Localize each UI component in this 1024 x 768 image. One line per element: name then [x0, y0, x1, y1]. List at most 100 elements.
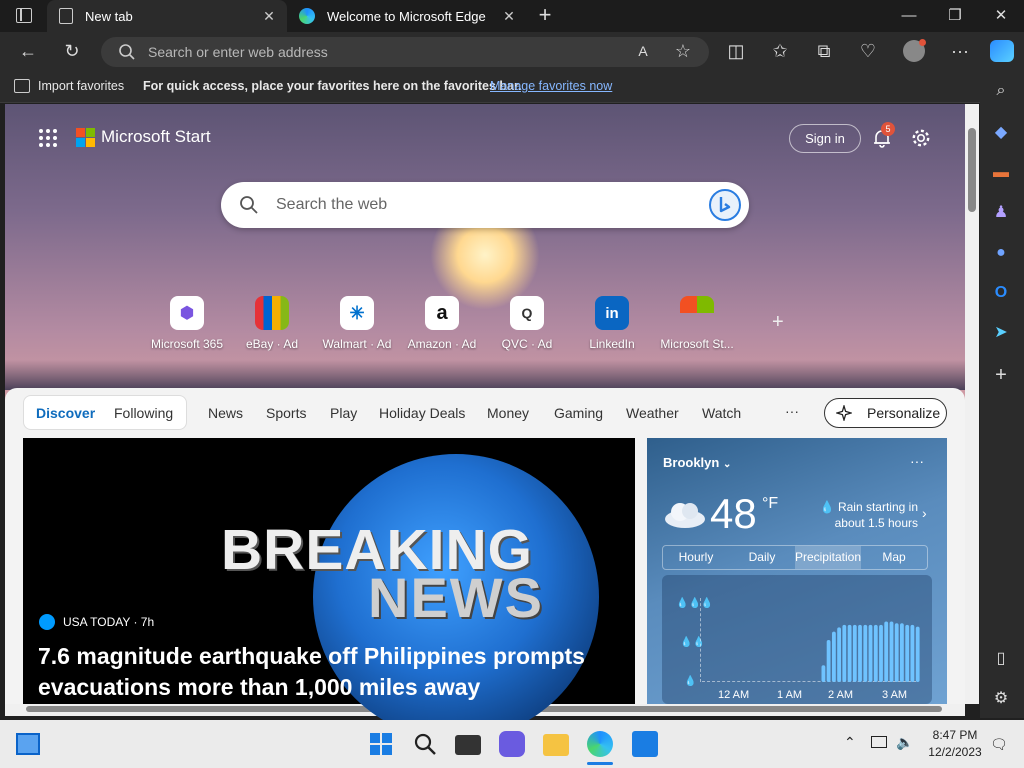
- sidebar-games-icon[interactable]: ♟: [990, 202, 1012, 224]
- sidebar-settings-icon[interactable]: ⚙: [990, 688, 1012, 710]
- sidebar-shopping-icon[interactable]: ◆: [990, 122, 1012, 144]
- precip-bar: [847, 624, 852, 682]
- tab-welcome-edge[interactable]: Welcome to Microsoft Edge ✕: [287, 0, 527, 32]
- web-search-input[interactable]: [276, 193, 676, 217]
- close-tab-icon[interactable]: ✕: [501, 8, 517, 24]
- favorites-icon[interactable]: ✩: [768, 39, 792, 63]
- start-button[interactable]: [368, 731, 394, 757]
- close-window-button[interactable]: ✕: [990, 6, 1012, 26]
- quick-link-linkedin[interactable]: in LinkedIn: [570, 296, 654, 351]
- precip-bar: [884, 621, 889, 682]
- sidebar-m365-icon[interactable]: ●: [990, 242, 1012, 264]
- chat-icon[interactable]: [499, 731, 525, 757]
- quick-link-walmart[interactable]: ✳ Walmart · Ad: [315, 296, 399, 351]
- weather-tab-daily[interactable]: Daily: [729, 546, 795, 569]
- sidebar-outlook-icon[interactable]: O: [990, 282, 1012, 304]
- sidebar-add-icon[interactable]: +: [990, 364, 1012, 386]
- search-icon: [119, 44, 135, 60]
- add-quick-link-icon[interactable]: +: [772, 311, 784, 334]
- import-favorites-button[interactable]: Import favorites: [38, 79, 124, 93]
- refresh-button[interactable]: ↻: [60, 39, 84, 63]
- import-icon: [14, 79, 30, 93]
- tab-holiday-deals[interactable]: Holiday Deals: [379, 405, 465, 421]
- tab-sports[interactable]: Sports: [266, 405, 306, 421]
- settings-more-icon[interactable]: ···: [948, 39, 972, 63]
- read-aloud-icon[interactable]: A: [631, 39, 655, 63]
- quick-link-ebay[interactable]: eBay · Ad: [230, 296, 314, 351]
- sidebar-search-icon[interactable]: ⌕: [990, 80, 1012, 102]
- linkedin-icon: in: [595, 296, 629, 330]
- back-button[interactable]: ←: [16, 39, 40, 63]
- tab-weather[interactable]: Weather: [626, 405, 679, 421]
- tab-discover[interactable]: Discover: [36, 405, 95, 421]
- weather-tab-map[interactable]: Map: [861, 546, 927, 569]
- volume-muted-icon[interactable]: 🔈: [896, 734, 913, 751]
- tab-following[interactable]: Following: [114, 405, 173, 421]
- quick-link-microsoft-365[interactable]: ⬢ Microsoft 365: [145, 296, 229, 351]
- clock-date[interactable]: 12/2/2023: [926, 745, 984, 759]
- widgets-icon[interactable]: [16, 733, 40, 755]
- quick-link-label: Amazon · Ad: [407, 337, 477, 351]
- light-rain-icon: 💧: [684, 676, 697, 687]
- notification-icon[interactable]: 🗨: [990, 736, 1008, 753]
- weather-condition: 💧 Rain starting in about 1.5 hours: [808, 499, 918, 531]
- tab-watch[interactable]: Watch: [702, 405, 741, 421]
- minimize-button[interactable]: —: [898, 6, 920, 26]
- quick-link-amazon[interactable]: a Amazon · Ad: [400, 296, 484, 351]
- app-launcher-icon[interactable]: [39, 129, 57, 147]
- precip-bar: [905, 624, 910, 682]
- condition-line-1: Rain starting in: [837, 500, 918, 514]
- store-icon[interactable]: [632, 731, 658, 757]
- tab-news[interactable]: News: [208, 405, 243, 421]
- cloud-icon: [665, 503, 705, 528]
- split-screen-icon[interactable]: ◫: [724, 39, 748, 63]
- weather-tab-hourly[interactable]: Hourly: [663, 546, 729, 569]
- file-explorer-icon[interactable]: [543, 734, 569, 756]
- news-headline[interactable]: 7.6 magnitude earthquake off Philippines…: [38, 641, 623, 703]
- clock-time[interactable]: 8:47 PM: [928, 728, 982, 742]
- precip-bar: [879, 624, 883, 682]
- close-tab-icon[interactable]: ✕: [261, 8, 277, 24]
- new-tab-button[interactable]: +: [535, 4, 555, 26]
- quick-link-microsoft-store[interactable]: Microsoft St...: [655, 296, 739, 351]
- weather-more-options[interactable]: ···: [910, 453, 924, 469]
- edge-taskbar-icon[interactable]: [587, 731, 613, 757]
- network-icon[interactable]: [871, 736, 887, 748]
- sign-in-button[interactable]: Sign in: [789, 124, 861, 153]
- quick-link-label: eBay · Ad: [245, 337, 299, 351]
- precip-bar: [863, 624, 868, 682]
- collections-icon[interactable]: ⧉: [812, 39, 836, 63]
- quick-link-label: QVC · Ad: [501, 337, 553, 351]
- hero-image-text: NEWS: [368, 566, 544, 629]
- sidebar-hide-icon[interactable]: ▯: [990, 648, 1012, 670]
- more-tabs-button[interactable]: ···: [785, 403, 799, 419]
- favorite-star-icon[interactable]: ☆: [671, 39, 695, 63]
- quick-link-qvc[interactable]: Q QVC · Ad: [485, 296, 569, 351]
- taskbar-search-icon[interactable]: [412, 731, 438, 757]
- precip-bar: [826, 640, 831, 682]
- tab-play[interactable]: Play: [330, 405, 357, 421]
- chevron-right-icon[interactable]: ›: [922, 505, 927, 521]
- bing-chat-icon[interactable]: [708, 188, 742, 222]
- condition-line-2: about 1.5 hours: [834, 516, 918, 530]
- vertical-scroll-thumb[interactable]: [968, 128, 976, 212]
- address-input[interactable]: [148, 41, 608, 63]
- tab-new-tab[interactable]: New tab ✕: [47, 0, 287, 32]
- tab-money[interactable]: Money: [487, 405, 529, 421]
- weather-tab-precipitation[interactable]: Precipitation: [794, 546, 862, 569]
- settings-gear-icon[interactable]: [910, 127, 932, 149]
- restore-button[interactable]: ❐: [944, 6, 966, 26]
- chevron-up-icon[interactable]: ⌃: [844, 734, 856, 751]
- quick-link-label: Microsoft St...: [660, 337, 734, 351]
- copilot-icon[interactable]: [990, 40, 1014, 62]
- task-view-icon[interactable]: [455, 735, 481, 755]
- browser-essentials-icon[interactable]: ♡: [856, 39, 880, 63]
- sidebar-drop-icon[interactable]: ➤: [990, 322, 1012, 344]
- precip-bar: [837, 627, 841, 682]
- sidebar-tools-icon[interactable]: ▬: [990, 162, 1012, 184]
- tab-gaming[interactable]: Gaming: [554, 405, 603, 421]
- weather-location[interactable]: Brooklyn ⌄: [663, 455, 731, 470]
- manage-favorites-link[interactable]: Manage favorites now: [490, 79, 612, 93]
- workspaces-icon[interactable]: [16, 8, 32, 23]
- precip-bar: [910, 624, 915, 682]
